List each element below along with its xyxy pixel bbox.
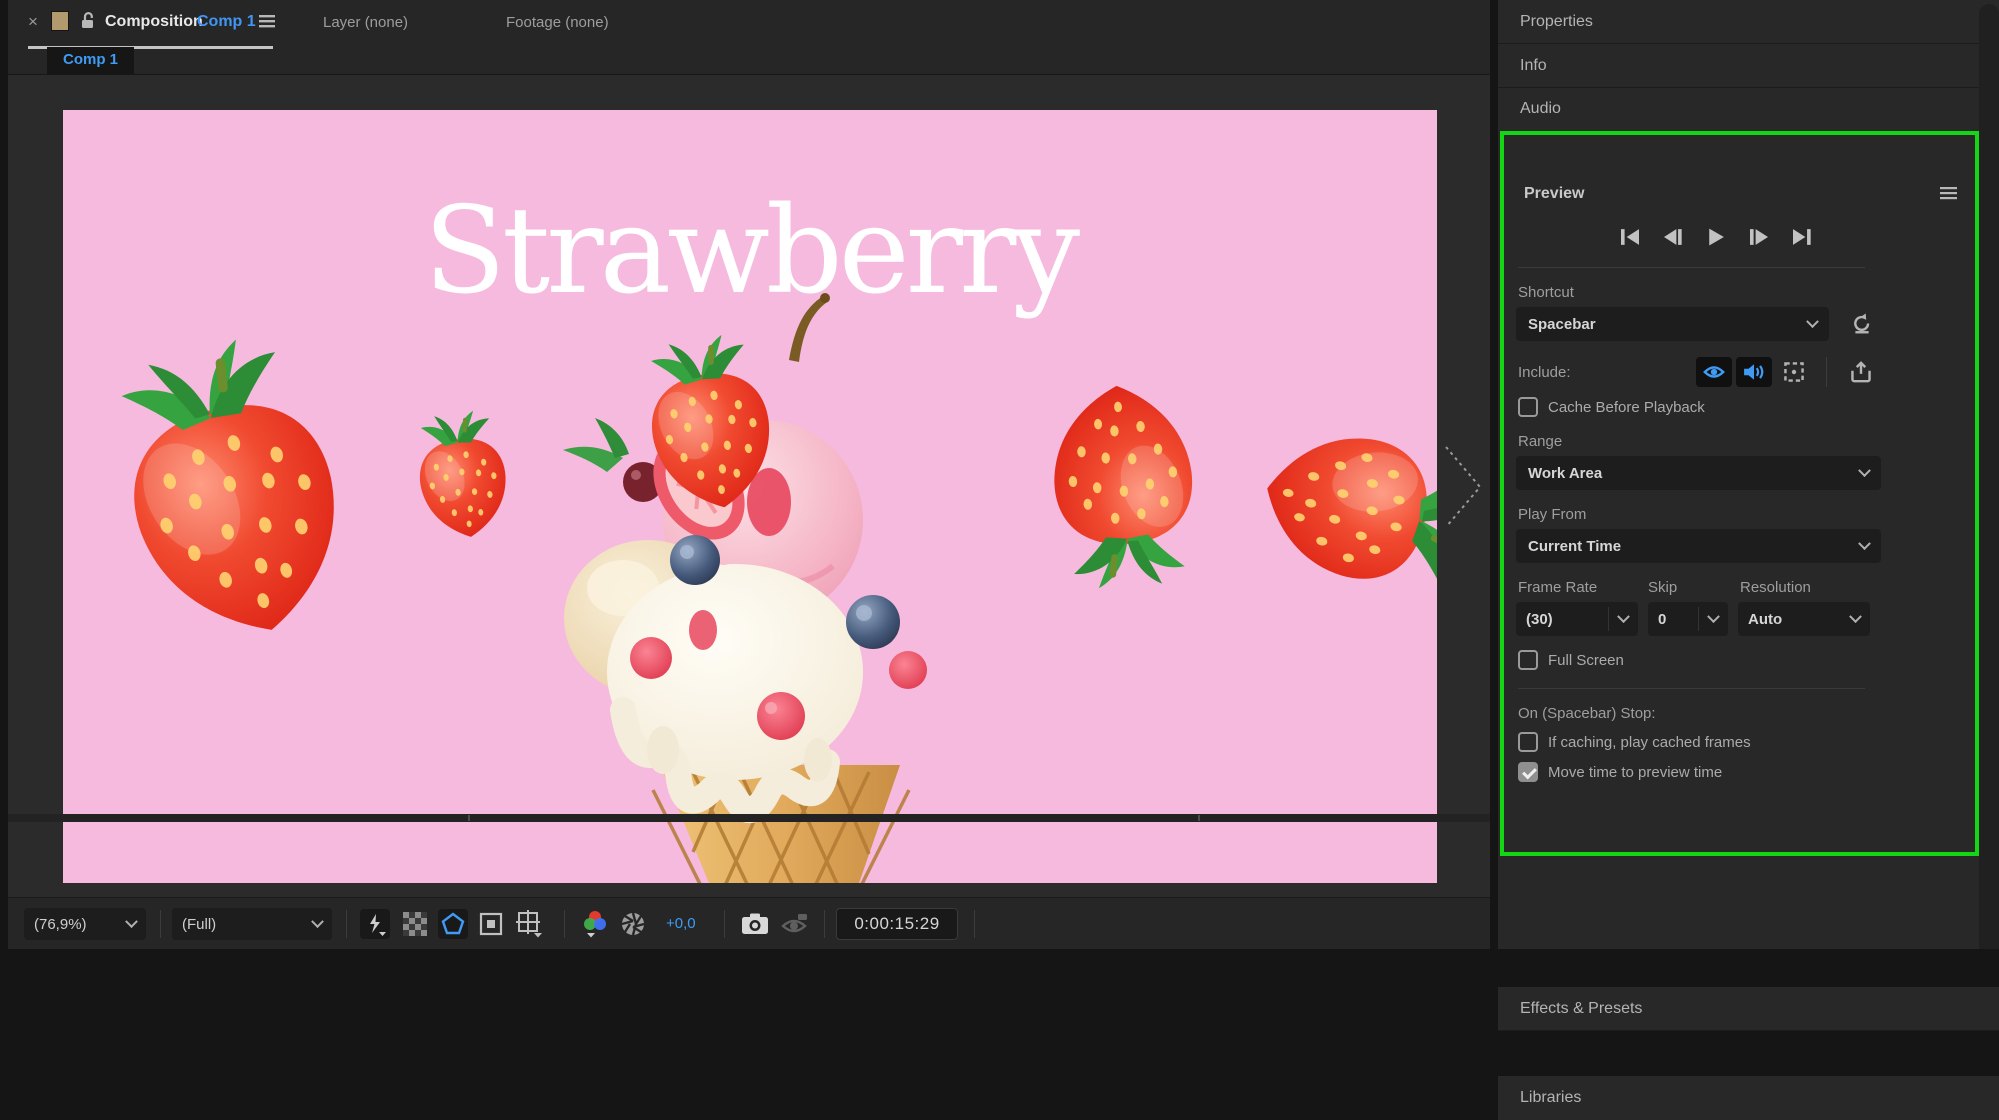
panel-menu-icon[interactable] <box>259 14 275 28</box>
transparency-grid-icon[interactable] <box>400 909 430 939</box>
first-frame-button[interactable] <box>1617 227 1643 247</box>
divider <box>1826 357 1827 387</box>
divider <box>1518 688 1865 689</box>
skip-label: Skip <box>1648 579 1678 596</box>
if-caching-checkbox[interactable] <box>1518 732 1538 752</box>
cache-before-playback-row: Cache Before Playback <box>1516 397 1975 417</box>
divider <box>1608 607 1609 631</box>
chevron-down-icon <box>311 914 324 928</box>
divider <box>724 910 725 938</box>
comp-color-swatch[interactable] <box>51 11 69 31</box>
skip-dropdown[interactable]: 0 <box>1648 602 1728 636</box>
chevron-down-icon <box>1858 463 1871 477</box>
composition-tab-label[interactable]: Composition <box>105 13 203 31</box>
play-from-dropdown[interactable]: Current Time <box>1516 529 1881 563</box>
current-time-display[interactable]: 0:00:15:29 <box>836 908 958 940</box>
play-from-label: Play From <box>1518 506 1587 523</box>
right-sidebar: Properties Info Audio Preview Shortcut S… <box>1498 0 1999 1120</box>
fast-previews-icon[interactable] <box>360 909 390 939</box>
resolution-label: Resolution <box>1740 579 1811 596</box>
preview-panel-highlighted: Preview Shortcut Spacebar Include: Cache… <box>1500 131 1979 856</box>
divider <box>1698 607 1699 631</box>
exposure-value[interactable]: +0,0 <box>666 915 696 932</box>
chevron-down-icon <box>1858 536 1871 550</box>
preview-menu-icon[interactable] <box>1940 187 1957 200</box>
divider <box>160 910 161 938</box>
include-overlays-icon[interactable] <box>1776 357 1812 387</box>
tab-layer[interactable]: Layer (none) <box>323 14 408 31</box>
scrollbar-tick <box>468 815 470 821</box>
mask-visibility-icon[interactable] <box>438 909 468 939</box>
divider <box>824 910 825 938</box>
include-audio-speaker-icon[interactable] <box>1736 357 1772 387</box>
composition-canvas[interactable]: Strawberry <box>63 110 1437 883</box>
reset-icon[interactable] <box>1851 313 1873 335</box>
panel-tab-bar: × Composition Comp 1 Layer (none) Footag… <box>8 0 1490 49</box>
pan-hint-chevron-icon <box>1445 446 1482 528</box>
exposure-icon[interactable] <box>618 909 648 939</box>
previous-frame-button[interactable] <box>1660 227 1686 247</box>
divider <box>1518 267 1865 268</box>
next-frame-button[interactable] <box>1746 227 1772 247</box>
panel-scrollbar[interactable] <box>1979 4 1999 949</box>
move-time-checkbox[interactable] <box>1518 762 1538 782</box>
canvas-title-text: Strawberry <box>423 182 1080 321</box>
composition-viewer[interactable]: Strawberry <box>8 75 1490 897</box>
range-dropdown[interactable]: Work Area <box>1516 456 1881 490</box>
tab-footage[interactable]: Footage (none) <box>506 14 609 31</box>
preview-panel-title[interactable]: Preview <box>1516 185 1584 203</box>
chevron-down-icon <box>1849 609 1862 623</box>
include-video-eye-icon[interactable] <box>1696 357 1732 387</box>
chevron-down-icon <box>1806 314 1819 328</box>
frame-rate-label: Frame Rate <box>1518 579 1598 596</box>
channel-settings-icon[interactable] <box>580 909 610 939</box>
scrollbar-tick <box>1198 815 1200 821</box>
horizontal-scrollbar[interactable] <box>8 814 1490 822</box>
move-time-row: Move time to preview time <box>1516 762 1975 782</box>
viewer-tab-comp1[interactable]: Comp 1 <box>47 47 135 74</box>
play-button[interactable] <box>1703 227 1729 247</box>
composition-tab-name[interactable]: Comp 1 <box>197 13 256 31</box>
chevron-down-icon <box>1617 609 1630 623</box>
on-spacebar-stop-label: On (Spacebar) Stop: <box>1518 705 1656 722</box>
close-icon[interactable]: × <box>28 12 38 32</box>
include-share-icon[interactable] <box>1843 357 1879 387</box>
show-snapshot-icon[interactable] <box>780 909 810 939</box>
composition-panel: × Composition Comp 1 Layer (none) Footag… <box>8 0 1490 949</box>
transport-controls <box>1516 227 1975 247</box>
panel-tab-info[interactable]: Info <box>1498 44 1999 88</box>
magnification-dropdown[interactable]: (76,9%) <box>24 908 146 940</box>
chevron-down-icon <box>125 914 138 928</box>
range-label: Range <box>1518 433 1563 450</box>
divider <box>974 910 975 938</box>
region-of-interest-icon[interactable] <box>476 909 506 939</box>
viewer-bottom-toolbar: (76,9%) (Full) +0,0 0:00:15:29 <box>8 897 1490 949</box>
if-caching-row: If caching, play cached frames <box>1516 732 1975 752</box>
panel-tab-properties[interactable]: Properties <box>1498 0 1999 44</box>
cache-before-playback-checkbox[interactable] <box>1518 397 1538 417</box>
frame-rate-dropdown[interactable]: (30) <box>1516 602 1638 636</box>
include-label: Include: <box>1518 363 1571 381</box>
last-frame-button[interactable] <box>1789 227 1815 247</box>
panel-tab-libraries[interactable]: Libraries <box>1498 1076 1999 1120</box>
chevron-down-icon <box>1707 609 1720 623</box>
resolution-dropdown[interactable]: (Full) <box>172 908 332 940</box>
full-screen-checkbox[interactable] <box>1518 650 1538 670</box>
resolution-preview-dropdown[interactable]: Auto <box>1738 602 1870 636</box>
shortcut-dropdown[interactable]: Spacebar <box>1516 307 1829 341</box>
panel-tab-effects-presets[interactable]: Effects & Presets <box>1498 987 1999 1031</box>
full-screen-row: Full Screen <box>1516 650 1975 670</box>
shortcut-label: Shortcut <box>1518 284 1574 301</box>
grid-and-guides-icon[interactable] <box>514 909 544 939</box>
divider <box>564 910 565 938</box>
divider <box>346 910 347 938</box>
panel-tab-audio[interactable]: Audio <box>1498 88 1999 130</box>
take-snapshot-icon[interactable] <box>740 909 770 939</box>
panel-gutter[interactable] <box>1490 0 1498 949</box>
unlock-icon[interactable] <box>79 11 96 31</box>
